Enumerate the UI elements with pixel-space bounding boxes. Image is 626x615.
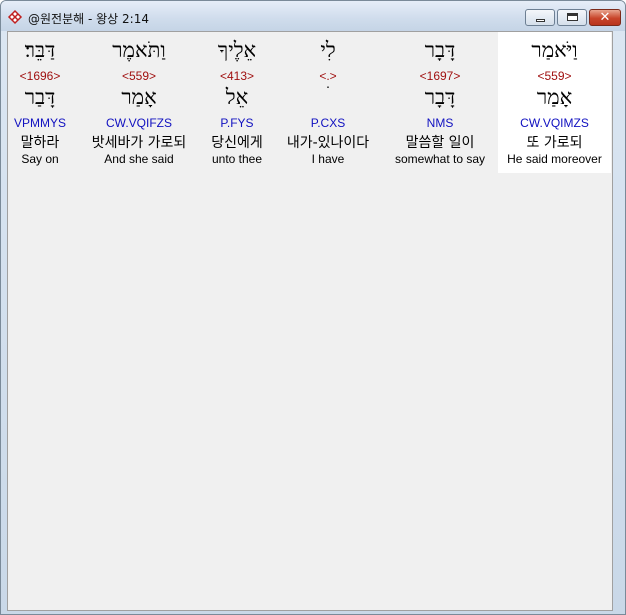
english-gloss: And she said	[104, 152, 174, 166]
interlinear-panel: דַּבֵּר׃ <1696> דָּבַר VPMMYS 말하라 Say on…	[7, 31, 613, 611]
morphology-code: NMS	[426, 116, 454, 130]
hebrew-root: אָמַר	[121, 85, 157, 109]
morphology-code: P.FYS	[220, 116, 254, 130]
strong-number[interactable]: <.>	[274, 69, 382, 83]
word-column[interactable]: וַתֹּאמֶר <559> אָמַר CW.VQIFZS 밧세바가 가로되…	[82, 32, 196, 173]
word-column[interactable]: לִי <.> ׄ P.CXS 내가-있나이다 I have	[274, 32, 382, 173]
english-gloss: somewhat to say	[394, 152, 486, 166]
strong-number[interactable]: <1697>	[386, 69, 494, 83]
strong-number[interactable]: <413>	[202, 69, 272, 83]
korean-gloss: 밧세바가 가로되	[91, 135, 187, 151]
korean-gloss: 또 가로되	[526, 135, 583, 151]
title-bar[interactable]: @원전분해 - 왕상 2:14 ✕	[1, 1, 625, 31]
hebrew-root: דָּבָר	[424, 85, 456, 109]
hebrew-root: ׄ	[274, 85, 382, 110]
app-cross-icon[interactable]	[7, 9, 23, 25]
strong-number[interactable]: <559>	[498, 69, 611, 83]
korean-gloss: 당신에게	[211, 135, 263, 151]
korean-gloss: 내가-있나이다	[286, 135, 370, 151]
window-title: @원전분해 - 왕상 2:14	[28, 12, 149, 26]
word-column[interactable]: דָּבָר <1697> דָּבָר NMS 말씀할 일이 somewhat…	[386, 32, 494, 173]
hebrew-word: וַתֹּאמֶר	[112, 38, 166, 62]
word-column[interactable]: דַּבֵּר׃ <1696> דָּבַר VPMMYS 말하라 Say on	[8, 32, 72, 173]
hebrew-root: דָּבַר	[24, 85, 56, 109]
hebrew-word: לִי	[320, 38, 336, 62]
maximize-button[interactable]	[557, 9, 587, 26]
korean-gloss: 말씀할 일이	[405, 135, 475, 151]
hebrew-word: דַּבֵּר׃	[24, 38, 56, 62]
english-gloss: unto thee	[211, 152, 263, 166]
morphology-code: CW.VQIMZS	[520, 116, 589, 130]
hebrew-word: דָּבָר	[424, 38, 456, 62]
morphology-code: CW.VQIFZS	[106, 116, 172, 130]
english-gloss: He said moreover	[507, 152, 602, 166]
maximize-icon	[567, 13, 578, 21]
hebrew-word: אֵלֶיךָ	[217, 38, 257, 62]
close-icon: ✕	[599, 10, 611, 25]
main-window: @원전분해 - 왕상 2:14 ✕ דַּבֵּר׃ <1696> דָּבַר…	[0, 0, 626, 615]
morphology-code: VPMMYS	[13, 116, 66, 130]
minimize-button[interactable]	[525, 9, 555, 26]
strong-number[interactable]: <1696>	[8, 69, 72, 83]
close-button[interactable]: ✕	[589, 9, 621, 26]
english-gloss: I have	[311, 152, 345, 166]
morphology-code: P.CXS	[310, 116, 346, 130]
hebrew-word: וַיֹּאמַר	[531, 38, 578, 62]
hebrew-root: אֵל	[225, 85, 249, 109]
word-column-selected[interactable]: וַיֹּאמַר <559> אָמַר CW.VQIMZS 또 가로되 He…	[498, 32, 611, 173]
minimize-icon	[536, 19, 545, 22]
word-column[interactable]: אֵלֶיךָ <413> אֵל P.FYS 당신에게 unto thee	[202, 32, 272, 173]
strong-number[interactable]: <559>	[82, 69, 196, 83]
korean-gloss: 말하라	[20, 135, 60, 151]
english-gloss: Say on	[21, 152, 59, 166]
hebrew-root: אָמַר	[536, 85, 573, 109]
